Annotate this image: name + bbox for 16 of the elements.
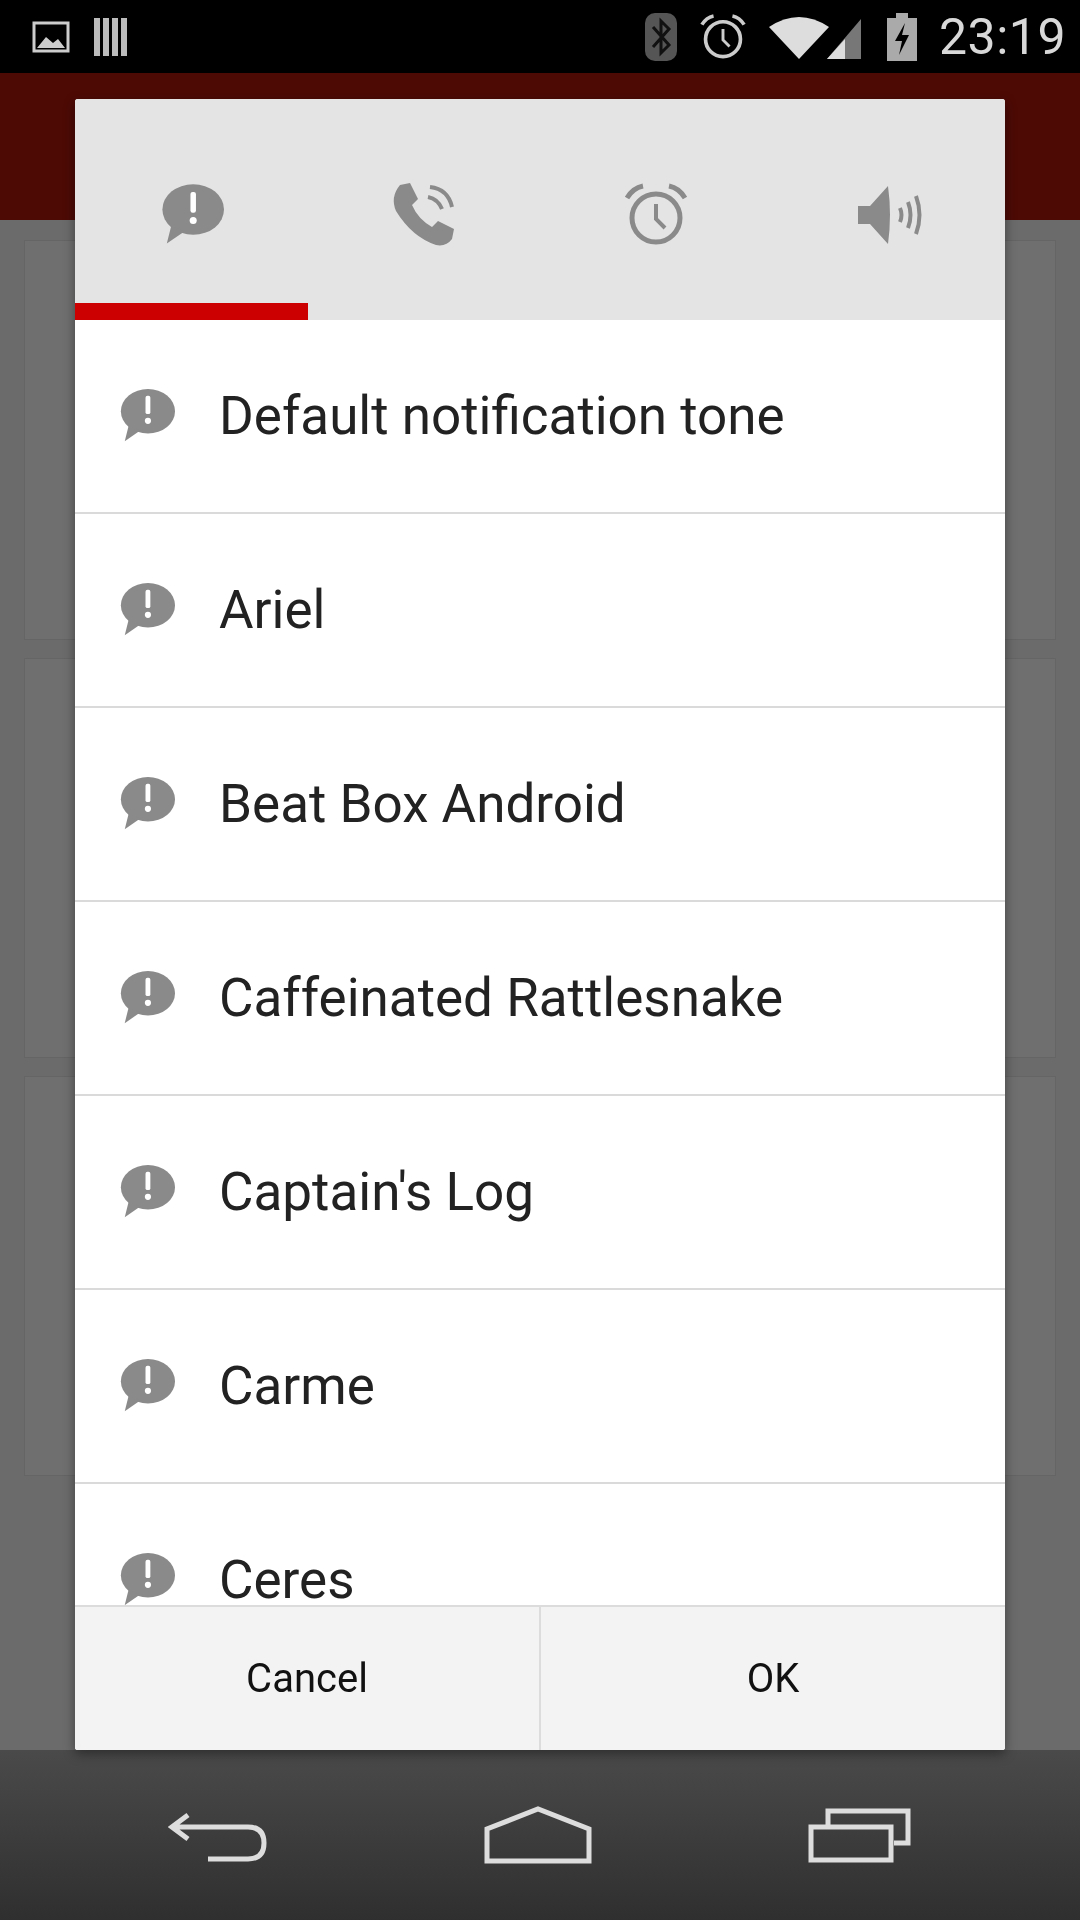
tone-name[interactable]: Carme xyxy=(219,1355,375,1417)
tone-name[interactable]: Ceres xyxy=(219,1549,355,1605)
tone-name[interactable]: Default notification tone xyxy=(219,385,785,447)
tone-name[interactable]: Beat Box Android xyxy=(219,773,626,835)
dialog-button[interactable]: OK xyxy=(539,1607,1005,1750)
tone-name[interactable]: Ariel xyxy=(219,579,326,641)
battery-charging-icon xyxy=(887,12,917,61)
recent-apps-icon[interactable] xyxy=(808,1807,913,1863)
alarm-clock-icon xyxy=(699,12,747,61)
tone-name[interactable]: Caffeinated Rattlesnake xyxy=(219,967,784,1029)
barcode-icon xyxy=(92,15,130,58)
bluetooth-icon xyxy=(645,12,677,61)
image-icon xyxy=(32,20,70,53)
tone-name[interactable]: Captain's Log xyxy=(219,1161,534,1223)
clock-time: 23:19 xyxy=(939,7,1066,66)
home-icon[interactable] xyxy=(483,1805,593,1865)
